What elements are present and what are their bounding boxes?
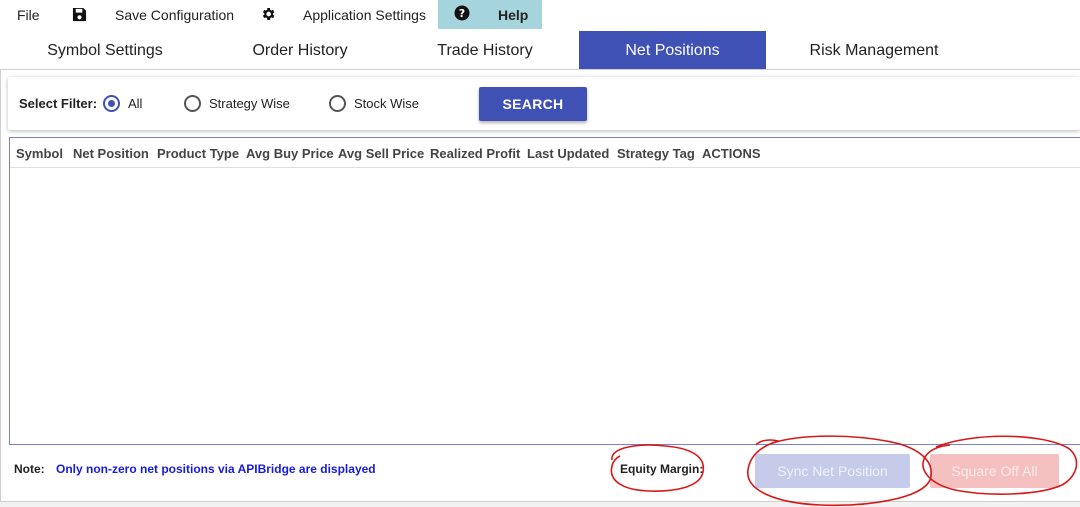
- radio-strategy-wise-indicator[interactable]: [184, 95, 201, 112]
- radio-all-indicator[interactable]: [103, 95, 120, 112]
- filter-bar: Select Filter: All Strategy Wise Stock W…: [8, 77, 1080, 130]
- tab-trade-history[interactable]: Trade History: [390, 31, 580, 70]
- column-header-avg-sell-price[interactable]: Avg Sell Price: [338, 138, 424, 168]
- menu-save-configuration[interactable]: Save Configuration: [115, 0, 234, 29]
- note-label: Note:: [14, 462, 45, 476]
- help-label: Help: [498, 6, 529, 23]
- radio-stock-wise-indicator[interactable]: [329, 95, 346, 112]
- column-header-realized-profit[interactable]: Realized Profit: [430, 138, 520, 168]
- column-header-last-updated[interactable]: Last Updated: [527, 138, 609, 168]
- tab-order-history[interactable]: Order History: [210, 31, 390, 70]
- column-header-product-type[interactable]: Product Type: [157, 138, 239, 168]
- radio-all[interactable]: All: [103, 77, 142, 130]
- gear-icon[interactable]: [260, 5, 278, 23]
- svg-text:?: ?: [459, 7, 465, 20]
- tab-risk-management[interactable]: Risk Management: [766, 31, 982, 70]
- net-positions-table: Symbol Net Position Product Type Avg Buy…: [9, 137, 1080, 445]
- radio-stock-wise-label: Stock Wise: [354, 96, 420, 111]
- menu-bar: File Save Configuration Application Sett…: [0, 0, 1080, 29]
- radio-strategy-wise[interactable]: Strategy Wise: [184, 77, 290, 130]
- tab-bar: Symbol Settings Order History Trade Hist…: [0, 31, 1080, 70]
- column-header-net-position[interactable]: Net Position: [73, 138, 149, 168]
- tab-symbol-settings[interactable]: Symbol Settings: [0, 31, 210, 70]
- column-header-avg-buy-price[interactable]: Avg Buy Price: [246, 138, 334, 168]
- menu-application-settings[interactable]: Application Settings: [303, 0, 426, 29]
- menu-file[interactable]: File: [17, 0, 40, 29]
- menu-help[interactable]: ? Help: [438, 0, 542, 29]
- tab-net-positions[interactable]: Net Positions: [579, 31, 766, 70]
- column-header-actions: ACTIONS: [702, 145, 761, 161]
- column-header-strategy-tag[interactable]: Strategy Tag: [617, 138, 695, 168]
- note-text: Only non-zero net positions via APIBridg…: [56, 462, 376, 476]
- square-off-all-button[interactable]: Square Off All: [930, 454, 1059, 488]
- radio-stock-wise[interactable]: Stock Wise: [329, 77, 419, 130]
- equity-margin-label: Equity Margin:: [620, 462, 704, 476]
- radio-all-label: All: [128, 96, 143, 111]
- column-header-symbol[interactable]: Symbol: [16, 138, 63, 168]
- filter-label: Select Filter:: [19, 96, 98, 111]
- search-button[interactable]: SEARCH: [479, 87, 587, 121]
- question-circle-icon: ?: [454, 5, 472, 23]
- bottom-strip: [0, 502, 1080, 507]
- table-header: Symbol Net Position Product Type Avg Buy…: [10, 138, 1080, 168]
- floppy-disk-icon[interactable]: [72, 6, 89, 23]
- radio-strategy-wise-label: Strategy Wise: [209, 96, 290, 111]
- sync-net-position-button[interactable]: Sync Net Position: [755, 454, 910, 488]
